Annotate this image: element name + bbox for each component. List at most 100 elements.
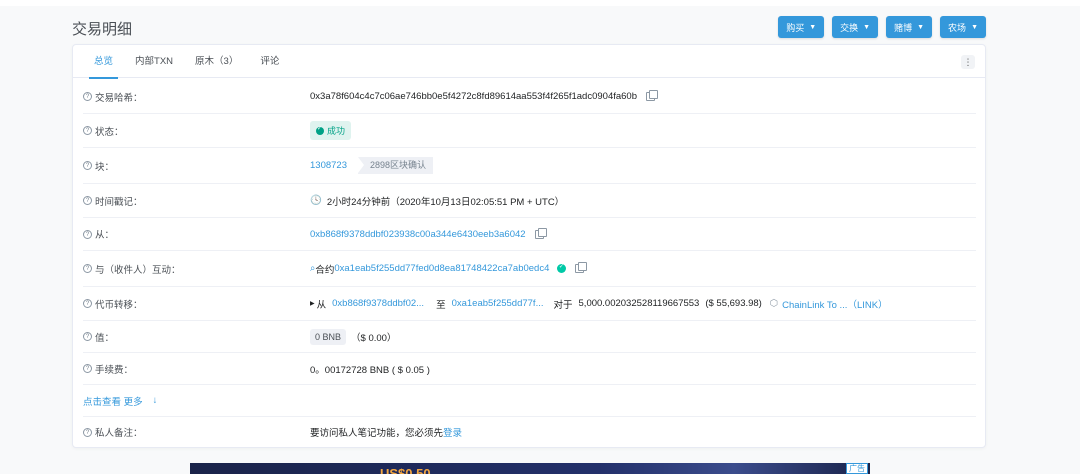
row-status: ?状态： 成功 [83, 114, 976, 148]
help-icon[interactable]: ? [83, 427, 92, 437]
row-value: ? 值： 0 BNB （$ 0.00） [83, 321, 976, 353]
notes-value-group: 要访问私人笔记功能，您必须先 登录 [310, 425, 462, 439]
copy-icon[interactable] [575, 262, 588, 273]
buy-button-label: 购买 [786, 22, 805, 33]
status-badge-text: 成功 [327, 126, 346, 136]
chevron-down-icon: ▼ [809, 23, 817, 31]
see-more-link[interactable]: 点击查看 更多 ↓ [83, 385, 976, 417]
help-icon[interactable]: ? [83, 332, 92, 341]
ad-banner[interactable]: US$0.50 广告 [190, 463, 870, 474]
token-for-word: 对于 [553, 299, 573, 311]
chainlink-icon: ⬡ [769, 298, 779, 309]
status-badge: 成功 [310, 121, 352, 140]
top-strip [0, 0, 1080, 6]
tx-hash-value-group: 0x3a78f604c4c7c06ae746bb0e5f4272c8fd8961… [310, 90, 658, 102]
interacted-label-text: 与（收件人）互动： [95, 264, 181, 276]
tx-hash-label: ? 交易哈希： [83, 90, 143, 104]
help-icon[interactable]: ? [83, 299, 92, 308]
timestamp-label-text: 时间戳记： [95, 196, 143, 208]
help-icon[interactable]: ? [83, 161, 92, 170]
tab-overview[interactable]: 总览 [83, 45, 124, 79]
copy-icon[interactable] [646, 90, 658, 101]
status-value-group: 成功 [310, 121, 352, 140]
copy-icon[interactable] [534, 227, 547, 239]
tab-bar: 总览 内部TXN 原木（3） 评论 ⋮ [73, 45, 985, 79]
row-token-transfer: ? 代币转移： ▶ 从 0xb868f9378ddbf02... 至 0xa1ea… [83, 287, 976, 321]
gamble-button-label: 赌博 [894, 22, 913, 33]
row-timestamp: ? 时间戳记： 🕓 2小时24分钟前（2020年10月13日02:05:51 PM… [83, 184, 976, 218]
from-value-group: 0xb868f9378ddbf023938c00a344e6430eeb3a60… [310, 227, 547, 240]
block-value-group: 1308723 2898区块确认 [310, 157, 434, 174]
token-from-address-link[interactable]: 0xb868f9378ddbf02... [332, 298, 424, 309]
gamble-button[interactable]: 赌博 ▼ [886, 16, 933, 38]
verified-check-icon [557, 263, 567, 273]
more-options-icon[interactable]: ⋮ [961, 55, 975, 69]
fee-value-group: 0。00172728 BNB ( $ 0.05 ) [310, 362, 430, 376]
timestamp-label: ? 时间戳记： [83, 194, 143, 208]
value-usd: （$ 0.00） [351, 332, 397, 344]
interacted-label: ? 与（收件人）互动： [83, 262, 181, 276]
status-label-text: 状态： [95, 126, 124, 138]
token-name-link[interactable]: ChainLink To ...（LINK） [782, 297, 887, 311]
block-number-link[interactable]: 1308723 [310, 160, 347, 171]
notes-label: ? 私人备注： [83, 425, 143, 439]
arrow-down-icon: ↓ [152, 395, 158, 406]
contract-address-link[interactable]: 0xa1eab5f255dd77fed0d8ea81748422ca7ab0ed… [334, 263, 549, 274]
token-transfer-label: ? 代币转移： [83, 297, 143, 311]
fee-value: 0。00172728 BNB ( $ 0.05 ) [310, 364, 430, 376]
block-label-text: 块： [95, 161, 115, 173]
tx-hash-value: 0x3a78f604c4c7c06ae746bb0e5f4272c8fd8961… [310, 91, 637, 102]
see-more-text: 点击查看 更多 [83, 396, 143, 408]
interacted-value-group: ⌕ 合约 0xa1eab5f255dd77fed0d8ea81748422ca7… [310, 262, 588, 276]
check-circle-icon [316, 125, 324, 135]
help-icon[interactable]: ? [83, 264, 92, 273]
timestamp-value: 2小时24分钟前（2020年10月13日02:05:51 PM + UTC） [326, 196, 565, 208]
block-label: ? 块： [83, 159, 114, 173]
value-label: ? 值： [83, 330, 114, 344]
token-transfer-value-group: ▶ 从 0xb868f9378ddbf02... 至 0xa1eab5f255d… [310, 297, 888, 311]
help-icon[interactable]: ? [83, 196, 92, 205]
token-usd-value: ($ 55,693.98) [705, 298, 762, 309]
tx-hash-label-text: 交易哈希： [95, 92, 143, 104]
token-to-address-link[interactable]: 0xa1eab5f255dd77f... [452, 298, 544, 309]
row-interacted-with: ? 与（收件人）互动： ⌕ 合约 0xa1eab5f255dd77fed0d8ea… [83, 251, 976, 287]
row-private-notes: ? 私人备注： 要访问私人笔记功能，您必须先 登录 [83, 417, 976, 447]
notes-text: 要访问私人笔记功能，您必须先 [310, 428, 444, 439]
from-label: ? 从： [83, 227, 114, 241]
row-tx-hash: ? 交易哈希： 0x3a78f604c4c7c06ae746bb0e5f4272c… [83, 80, 976, 114]
chevron-down-icon: ▼ [917, 23, 925, 31]
page-title: 交易明细 [72, 21, 133, 38]
ad-close-button[interactable]: 广告 [846, 463, 868, 474]
fee-label-text: 手续费： [95, 364, 134, 376]
help-icon[interactable]: ? [83, 126, 92, 135]
help-icon[interactable]: ? [83, 364, 92, 373]
transaction-card: 总览 内部TXN 原木（3） 评论 ⋮ ? 交易哈希： 0x3a78f604c4c… [72, 44, 986, 448]
token-from-word: 从 [316, 299, 327, 311]
help-icon[interactable]: ? [83, 92, 92, 101]
tab-comments[interactable]: 评论 [249, 45, 290, 78]
fee-label: ? 手续费： [83, 362, 133, 376]
clock-icon: 🕓 [310, 195, 322, 206]
chevron-down-icon: ▼ [863, 23, 871, 31]
token-to-word: 至 [436, 299, 446, 311]
value-amount-badge: 0 BNB [310, 328, 347, 345]
status-label: ? 状态： [83, 124, 124, 138]
ad-text: US$0.50 [380, 466, 431, 474]
exchange-button[interactable]: 交换 ▼ [832, 16, 879, 38]
tab-internal-txn[interactable]: 内部TXN [124, 45, 184, 78]
contract-prefix: 合约 [315, 264, 335, 276]
row-fee: ? 手续费： 0。00172728 BNB ( $ 0.05 ) [83, 353, 976, 385]
row-from: ? 从： 0xb868f9378ddbf023938c00a344e6430eeb… [83, 218, 976, 251]
login-link[interactable]: 登录 [443, 425, 462, 439]
buy-button[interactable]: 购买 ▼ [778, 16, 825, 38]
tab-logs[interactable]: 原木（3） [184, 45, 249, 78]
value-value-group: 0 BNB （$ 0.00） [310, 328, 397, 345]
token-transfer-label-text: 代币转移： [95, 299, 143, 311]
help-icon[interactable]: ? [83, 229, 92, 239]
from-address-link[interactable]: 0xb868f9378ddbf023938c00a344e6430eeb3a60… [310, 229, 526, 240]
exchange-button-label: 交换 [840, 22, 859, 33]
farm-button[interactable]: 农场 ▼ [940, 16, 986, 38]
row-block: ? 块： 1308723 2898区块确认 [83, 148, 976, 184]
value-label-text: 值： [95, 332, 115, 344]
from-label-text: 从： [95, 230, 115, 241]
